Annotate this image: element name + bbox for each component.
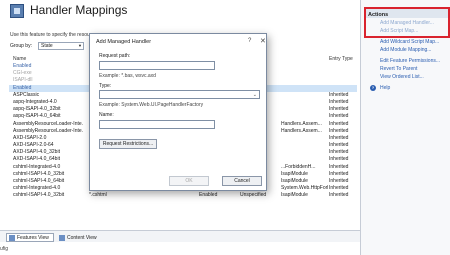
page-header: Handler Mappings	[0, 0, 360, 22]
cell-name: cshtml-Integrated-4.0	[13, 163, 61, 170]
action-item[interactable]: Add Module Mapping...	[380, 47, 431, 53]
column-header-name[interactable]: Name	[13, 56, 26, 62]
cell-entry: Inherited	[329, 98, 349, 105]
chevron-down-icon: ⌄	[252, 92, 257, 98]
features-view-label: Features View	[17, 235, 49, 241]
request-path-example: Example: *.bas, wsvc.axd	[99, 73, 156, 79]
table-row[interactable]: cshtml-ISAPI-4.0_32bit *.cshtml Enabled Uns…	[9, 192, 357, 199]
view-switcher-bar: Features View Content View	[0, 230, 360, 242]
cell-handler: ...ForbiddenH...	[281, 163, 316, 170]
type-label: Type:	[99, 83, 112, 89]
cell-handler: System.Web.HttpForbiddenH...	[281, 185, 328, 192]
cancel-button[interactable]: Cancel	[222, 176, 262, 186]
cell-name: CGI-exe	[13, 70, 32, 77]
cell-entry: Inherited	[329, 163, 349, 170]
feature-description: Use this feature to specify the resou	[10, 32, 90, 38]
cell-name: cshtml-ISAPI-4.0_32bit	[13, 170, 65, 177]
cell-name: Enabled	[13, 63, 32, 69]
content-view-tab[interactable]: Content View	[56, 233, 100, 242]
ok-button[interactable]: OK	[169, 176, 209, 186]
action-item[interactable]: Edit Feature Permissions...	[380, 58, 440, 64]
cell-verbs: Unspecified	[240, 192, 267, 199]
handler-mappings-icon	[10, 4, 24, 18]
request-path-input[interactable]	[99, 61, 215, 70]
type-combobox[interactable]: ⌄	[99, 90, 260, 99]
name-label: Name:	[99, 112, 114, 118]
request-restrictions-button[interactable]: Request Restrictions...	[99, 139, 157, 149]
name-input[interactable]	[99, 120, 215, 129]
cell-name: ASPClassic	[13, 91, 40, 98]
cell-name: Enabled	[13, 84, 32, 91]
action-item[interactable]: Revert To Parent	[380, 66, 417, 72]
cell-name: aspq-Integrated-4.0	[13, 98, 57, 105]
features-view-tab[interactable]: Features View	[6, 233, 54, 242]
action-item[interactable]: Add Script Map...	[380, 28, 418, 34]
cell-name: aspq-ISAPI-4.0_64bit	[13, 113, 61, 120]
cell-entry: Inherited	[329, 185, 349, 192]
add-managed-handler-dialog: Add Managed Handler ? ✕ Request path: Ex…	[89, 33, 267, 191]
cell-entry: Inherited	[329, 127, 349, 134]
cell-handler: Handlers.Assem...	[281, 120, 322, 127]
cell-entry: Inherited	[329, 113, 349, 120]
cell-entry: Inherited	[329, 178, 349, 184]
content-view-label: Content View	[67, 235, 97, 241]
cell-handler: IsapiModule	[281, 170, 308, 177]
type-example: Example: System.Web.UI.PageHandlerFactor…	[99, 102, 204, 108]
cell-name: AssemblyResourceLoader-Inte...	[13, 127, 83, 134]
cell-handler: Handlers.Assem...	[281, 127, 322, 134]
cell-entry: Inherited	[329, 120, 349, 127]
cell-entry: Inherited	[329, 156, 349, 163]
action-item[interactable]: Add Wildcard Script Map...	[380, 39, 439, 45]
help-icon: ?	[370, 85, 376, 91]
features-view-icon	[9, 235, 15, 241]
cell-name: ISAPI-dll	[13, 77, 33, 84]
help-icon[interactable]: ?	[248, 38, 251, 44]
cell-entry: Inherited	[329, 134, 349, 141]
cell-entry: Inherited	[329, 170, 349, 177]
chevron-down-icon: ▼	[78, 43, 82, 48]
cell-name: aspq-ISAPI-4.0_32bit	[13, 106, 61, 113]
content-view-icon	[59, 235, 65, 241]
page-title: Handler Mappings	[30, 3, 128, 17]
cell-entry: Inherited	[329, 142, 349, 149]
cell-name: cshtml-ISAPI-4.0_32bit	[13, 192, 65, 199]
cell-name: cshtml-ISAPI-4.0_64bit	[13, 178, 65, 184]
request-path-label: Request path:	[99, 53, 131, 59]
group-by-value: State	[41, 43, 53, 49]
cell-handler: IsapiModule	[281, 192, 308, 199]
group-by-select[interactable]: State ▼	[38, 42, 84, 50]
cell-name: AXD-ISAPI-4.0_32bit	[13, 149, 60, 156]
group-by-label: Group by:	[10, 43, 32, 49]
cell-handler: IsapiModule	[281, 178, 308, 184]
dialog-title: Add Managed Handler	[96, 39, 152, 45]
cell-name: cshtml-Integrated-4.0	[13, 185, 61, 192]
action-item[interactable]: Help	[380, 85, 390, 91]
cell-state: Enabled	[199, 192, 218, 199]
cell-name: AssemblyResourceLoader-Inte...	[13, 120, 83, 127]
action-item[interactable]: View Ordered List...	[380, 74, 424, 80]
action-item[interactable]: Add Managed Handler...	[380, 20, 434, 26]
cell-name: AXD-ISAPI-2.0-64	[13, 142, 54, 149]
close-icon[interactable]: ✕	[260, 37, 266, 45]
status-bar-text: ufig	[0, 246, 9, 252]
cell-name: AXD-ISAPI-2.0	[13, 134, 47, 141]
cell-entry: Inherited	[329, 106, 349, 113]
cell-entry: Inherited	[329, 149, 349, 156]
column-header-entry-type[interactable]: Entry Type	[329, 56, 353, 62]
cell-entry: Inherited	[329, 91, 349, 98]
cell-entry: Inherited	[329, 192, 349, 199]
cell-path: *.cshtml	[89, 192, 107, 199]
cell-name: AXD-ISAPI-4.0_64bit	[13, 156, 60, 163]
